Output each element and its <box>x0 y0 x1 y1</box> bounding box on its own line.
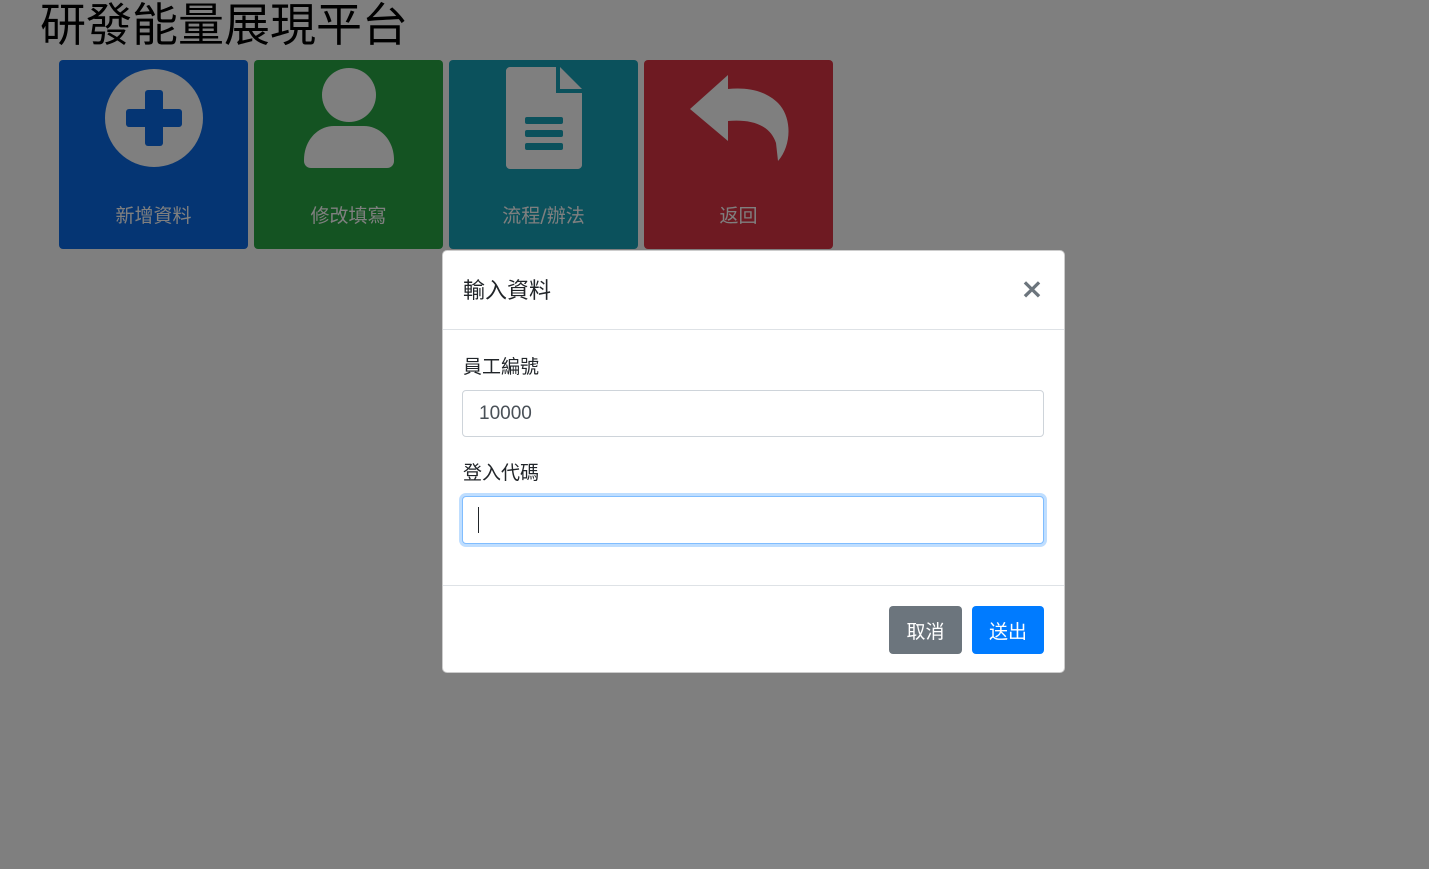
modal-body: 員工編號 登入代碼 <box>443 330 1064 586</box>
modal-footer: 取消 送出 <box>443 586 1064 674</box>
modal-header: 輸入資料 × <box>443 251 1064 330</box>
input-data-modal: 輸入資料 × 員工編號 登入代碼 取消 送出 <box>442 250 1065 673</box>
submit-button[interactable]: 送出 <box>972 606 1044 654</box>
text-caret <box>478 507 479 533</box>
close-button[interactable]: × <box>1020 275 1044 303</box>
cancel-button[interactable]: 取消 <box>889 606 962 654</box>
employee-id-input[interactable] <box>462 390 1044 437</box>
employee-id-label: 員工編號 <box>463 356 540 378</box>
modal-title: 輸入資料 <box>463 279 552 304</box>
login-code-label: 登入代碼 <box>463 462 540 484</box>
login-code-input[interactable] <box>462 496 1044 544</box>
